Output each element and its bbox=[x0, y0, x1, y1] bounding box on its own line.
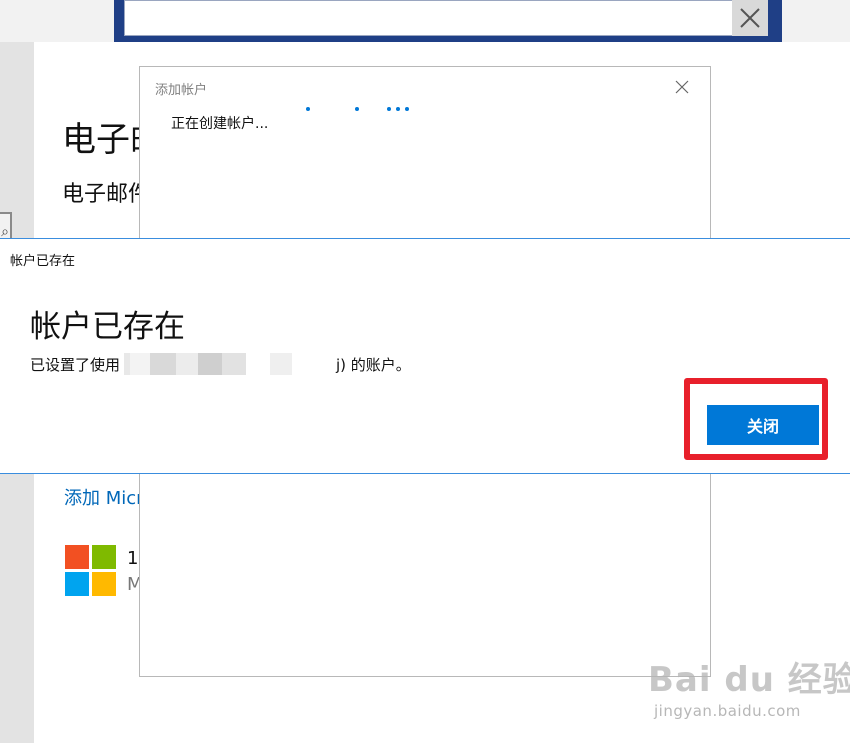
dialog-title: 添加帐户 bbox=[155, 83, 208, 98]
logo-blue-square bbox=[65, 572, 89, 596]
progress-dot bbox=[396, 107, 400, 111]
close-button[interactable]: 关闭 bbox=[707, 405, 819, 445]
logo-yellow-square bbox=[92, 572, 116, 596]
progress-dot bbox=[355, 107, 359, 111]
top-close-button[interactable] bbox=[732, 0, 768, 36]
logo-red-square bbox=[65, 545, 89, 569]
close-icon bbox=[740, 8, 760, 28]
progress-dot bbox=[405, 107, 409, 111]
message-suffix: j) 的账户。 bbox=[336, 355, 411, 374]
redacted-email bbox=[124, 353, 333, 375]
microsoft-logo-icon bbox=[65, 545, 117, 597]
dialog-close-button[interactable] bbox=[672, 77, 692, 97]
screen: ⌕ 电子邮 电子邮件 添加 Micr 11 M 添加帐户 正在创建帐户... bbox=[0, 0, 850, 743]
progress-status: 正在创建帐户... bbox=[171, 116, 269, 132]
add-microsoft-account-link[interactable]: 添加 Micr bbox=[64, 484, 144, 510]
top-input-field[interactable] bbox=[124, 0, 768, 36]
dialog-caption: 帐户已存在 bbox=[10, 254, 76, 269]
dialog-message: 已设置了使用 j) 的账户。 bbox=[30, 353, 411, 375]
section-title: 电子邮件 bbox=[62, 182, 151, 207]
dialog-heading: 帐户已存在 bbox=[30, 309, 185, 345]
account-exists-dialog: 帐户已存在 帐户已存在 已设置了使用 j) 的账户。 关闭 bbox=[0, 238, 850, 474]
close-icon bbox=[675, 80, 689, 94]
progress-dot bbox=[306, 107, 310, 111]
progress-dot bbox=[387, 107, 391, 111]
message-prefix: 已设置了使用 bbox=[30, 355, 121, 374]
logo-green-square bbox=[92, 545, 116, 569]
